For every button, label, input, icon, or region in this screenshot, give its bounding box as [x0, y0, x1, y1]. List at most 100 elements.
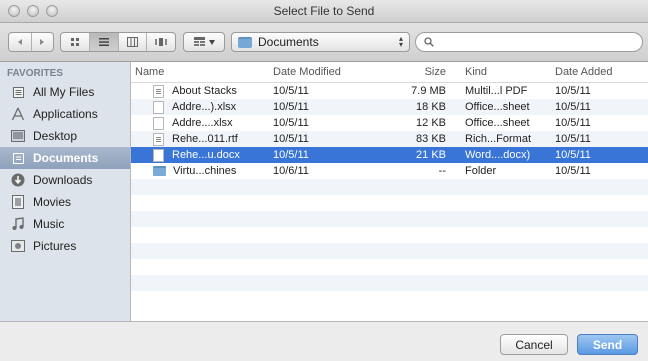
- documents-icon: [11, 151, 25, 165]
- sidebar-item-label: All My Files: [33, 85, 95, 99]
- downloads-icon: [11, 173, 25, 187]
- applications-icon: [11, 107, 25, 121]
- sidebar-item-label: Movies: [33, 195, 72, 209]
- file-date-modified: 10/5/11: [273, 85, 309, 97]
- file-name: Rehe...u.docx: [172, 149, 240, 161]
- movies-icon: [11, 195, 25, 209]
- file-date-added: 10/5/11: [555, 133, 591, 145]
- back-arrow-icon: [17, 39, 22, 45]
- back-button[interactable]: [9, 33, 32, 51]
- file-date-modified: 10/5/11: [273, 101, 309, 113]
- sidebar-item-movies[interactable]: Movies: [0, 191, 130, 213]
- forward-button[interactable]: [32, 33, 54, 51]
- file-date-modified: 10/5/11: [273, 149, 309, 161]
- file-size: 21 KB: [416, 149, 446, 161]
- empty-row: [131, 243, 648, 259]
- file-size: 12 KB: [416, 117, 446, 129]
- sidebar-item-applications[interactable]: Applications: [0, 103, 130, 125]
- sidebar-item-desktop[interactable]: Desktop: [0, 125, 130, 147]
- sidebar-item-label: Downloads: [33, 173, 93, 187]
- search-icon: [424, 37, 434, 47]
- file-date-modified: 10/5/11: [273, 133, 309, 145]
- file-kind: Multil...l PDF: [465, 85, 528, 97]
- cover-flow-button[interactable]: [147, 33, 175, 51]
- file-size: 18 KB: [416, 101, 446, 113]
- search-input[interactable]: [438, 35, 632, 49]
- column-header-date-added[interactable]: Date Added: [543, 66, 648, 78]
- view-mode-control: [60, 32, 176, 52]
- empty-row: [131, 259, 648, 275]
- empty-row: [131, 195, 648, 211]
- column-header-kind[interactable]: Kind: [446, 66, 543, 78]
- send-button[interactable]: Send: [577, 334, 638, 355]
- all-files-icon: [11, 85, 25, 99]
- empty-row: [131, 275, 648, 291]
- pictures-icon: [11, 239, 25, 253]
- list-view-icon: [98, 38, 109, 46]
- table-row[interactable]: Addre....xlsx 10/5/11 12 KB Office...she…: [131, 115, 648, 131]
- column-header-size[interactable]: Size: [386, 66, 446, 78]
- column-view-button[interactable]: [119, 33, 148, 51]
- table-row[interactable]: Virtu...chines 10/6/11 -- Folder 10/5/11: [131, 163, 648, 179]
- word-file-icon: [153, 148, 164, 162]
- sidebar-item-label: Documents: [33, 151, 99, 165]
- file-kind: Rich...Format: [465, 133, 532, 145]
- forward-arrow-icon: [40, 39, 45, 45]
- file-name: Rehe...011.rtf: [172, 133, 238, 145]
- file-kind: Office...sheet: [465, 117, 530, 129]
- table-row-selected[interactable]: Rehe...u.docx 10/5/11 21 KB Word....docx…: [131, 147, 648, 163]
- column-view-icon: [126, 37, 138, 47]
- file-date-added: 10/5/11: [555, 85, 591, 97]
- sidebar-item-downloads[interactable]: Downloads: [0, 169, 130, 191]
- sidebar-item-label: Pictures: [33, 239, 77, 253]
- search-field[interactable]: [415, 32, 643, 52]
- desktop-icon: [11, 129, 25, 143]
- sidebar-item-label: Applications: [33, 107, 98, 121]
- favorites-header: FAVORITES: [7, 68, 63, 79]
- pdf-file-icon: [153, 84, 164, 98]
- sidebar-item-pictures[interactable]: Pictures: [0, 235, 130, 257]
- folder-icon: [153, 166, 166, 176]
- spreadsheet-file-icon: [153, 100, 164, 114]
- file-kind: Folder: [465, 165, 497, 177]
- toolbar: Documents ▴ ▾: [0, 23, 648, 62]
- arrange-menu-button[interactable]: [183, 32, 225, 52]
- file-name: Addre...).xlsx: [172, 101, 237, 113]
- file-date-added: 10/5/11: [555, 101, 591, 113]
- icon-view-button[interactable]: [61, 33, 90, 51]
- title-bar: Select File to Send: [0, 0, 648, 23]
- file-name: Virtu...chines: [173, 165, 237, 177]
- empty-row: [131, 291, 648, 307]
- file-list: Name Date Modified Size Kind Date Added …: [131, 62, 648, 321]
- file-size: 7.9 MB: [411, 85, 446, 97]
- sidebar-item-documents[interactable]: Documents: [0, 147, 130, 169]
- sidebar-item-label: Desktop: [33, 129, 78, 143]
- list-view-button[interactable]: [89, 33, 119, 51]
- file-kind: Word....docx): [465, 149, 531, 161]
- file-date-added: 10/5/11: [555, 149, 591, 161]
- cover-flow-icon: [155, 38, 168, 46]
- location-popup[interactable]: Documents ▴ ▾: [231, 32, 410, 52]
- file-size: 83 KB: [416, 133, 446, 145]
- folder-icon: [238, 36, 252, 48]
- sidebar-item-music[interactable]: Music: [0, 213, 130, 235]
- column-header-name[interactable]: Name: [131, 66, 266, 78]
- empty-row: [131, 179, 648, 195]
- table-row[interactable]: Addre...).xlsx 10/5/11 18 KB Office...sh…: [131, 99, 648, 115]
- back-forward-control: [8, 32, 54, 52]
- table-row[interactable]: Rehe...011.rtf 10/5/11 83 KB Rich...Form…: [131, 131, 648, 147]
- list-header: Name Date Modified Size Kind Date Added: [131, 62, 648, 83]
- column-header-date-modified[interactable]: Date Modified: [266, 66, 386, 78]
- sidebar-item-label: Music: [33, 217, 65, 231]
- cancel-button[interactable]: Cancel: [500, 334, 568, 355]
- icon-view-icon: [70, 38, 79, 46]
- file-kind: Office...sheet: [465, 101, 530, 113]
- sidebar-item-all-my-files[interactable]: All My Files: [0, 81, 130, 103]
- file-date-modified: 10/5/11: [273, 117, 309, 129]
- table-row[interactable]: About Stacks 10/5/11 7.9 MB Multil...l P…: [131, 83, 648, 99]
- rtf-file-icon: [153, 132, 164, 146]
- arrange-icon: [193, 37, 205, 46]
- window-title: Select File to Send: [273, 4, 375, 18]
- bottom-bar: Cancel Send: [0, 321, 648, 361]
- sidebar: FAVORITES All My Files Applications Desk…: [0, 62, 131, 321]
